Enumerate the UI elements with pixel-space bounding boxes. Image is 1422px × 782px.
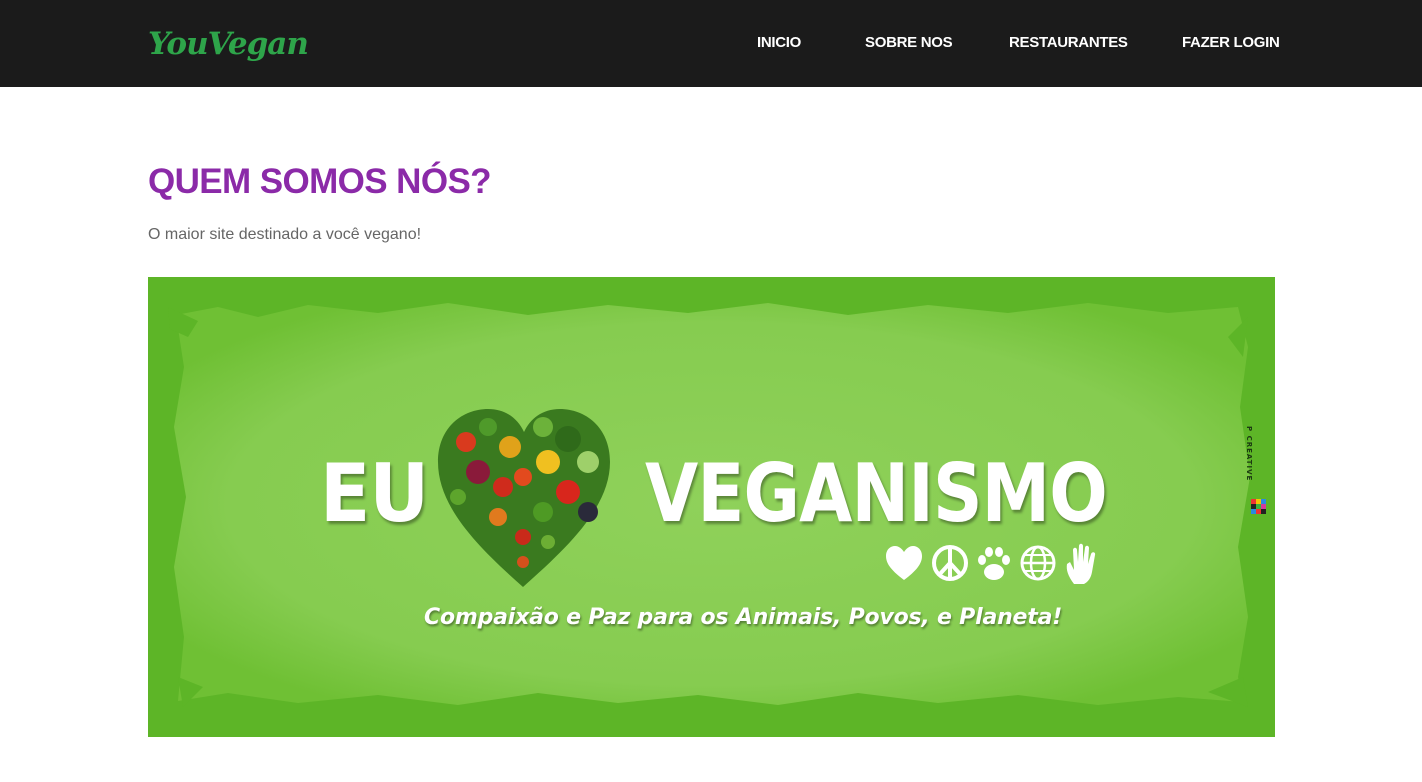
banner-icon-row bbox=[886, 543, 1096, 584]
nav-link-inicio[interactable]: INICIO bbox=[757, 34, 801, 52]
nav-link-fazer-login[interactable]: FAZER LOGIN bbox=[1182, 34, 1280, 52]
peace-icon bbox=[932, 545, 968, 581]
globe-icon bbox=[1020, 545, 1056, 581]
banner-tagline: Compaixão e Paz para os Animais, Povos, … bbox=[424, 605, 1063, 630]
hand-icon bbox=[1066, 543, 1096, 584]
banner-credit-text: P CREATIVE bbox=[1245, 426, 1253, 482]
site-logo[interactable]: YouVegan bbox=[148, 24, 309, 64]
page-subtitle: O maior site destinado a você vegano! bbox=[148, 226, 422, 243]
heart-icon bbox=[886, 546, 922, 580]
banner-credit: P CREATIVE bbox=[1239, 426, 1259, 517]
page-title: QUEM SOMOS NÓS? bbox=[148, 162, 492, 201]
veganism-banner-image: EU VEGANISMO Compaixão e Paz para os Ani… bbox=[148, 277, 1275, 737]
nav-link-sobre-nos[interactable]: SOBRE NOS bbox=[865, 34, 953, 52]
paw-icon bbox=[978, 547, 1010, 580]
banner-word-veganismo: VEGANISMO bbox=[645, 447, 1108, 540]
nav-link-restaurantes[interactable]: RESTAURANTES bbox=[1009, 34, 1128, 52]
banner-word-eu: EU bbox=[320, 447, 429, 540]
top-navbar: YouVegan INICIO SOBRE NOS RESTAURANTES F… bbox=[0, 0, 1422, 87]
